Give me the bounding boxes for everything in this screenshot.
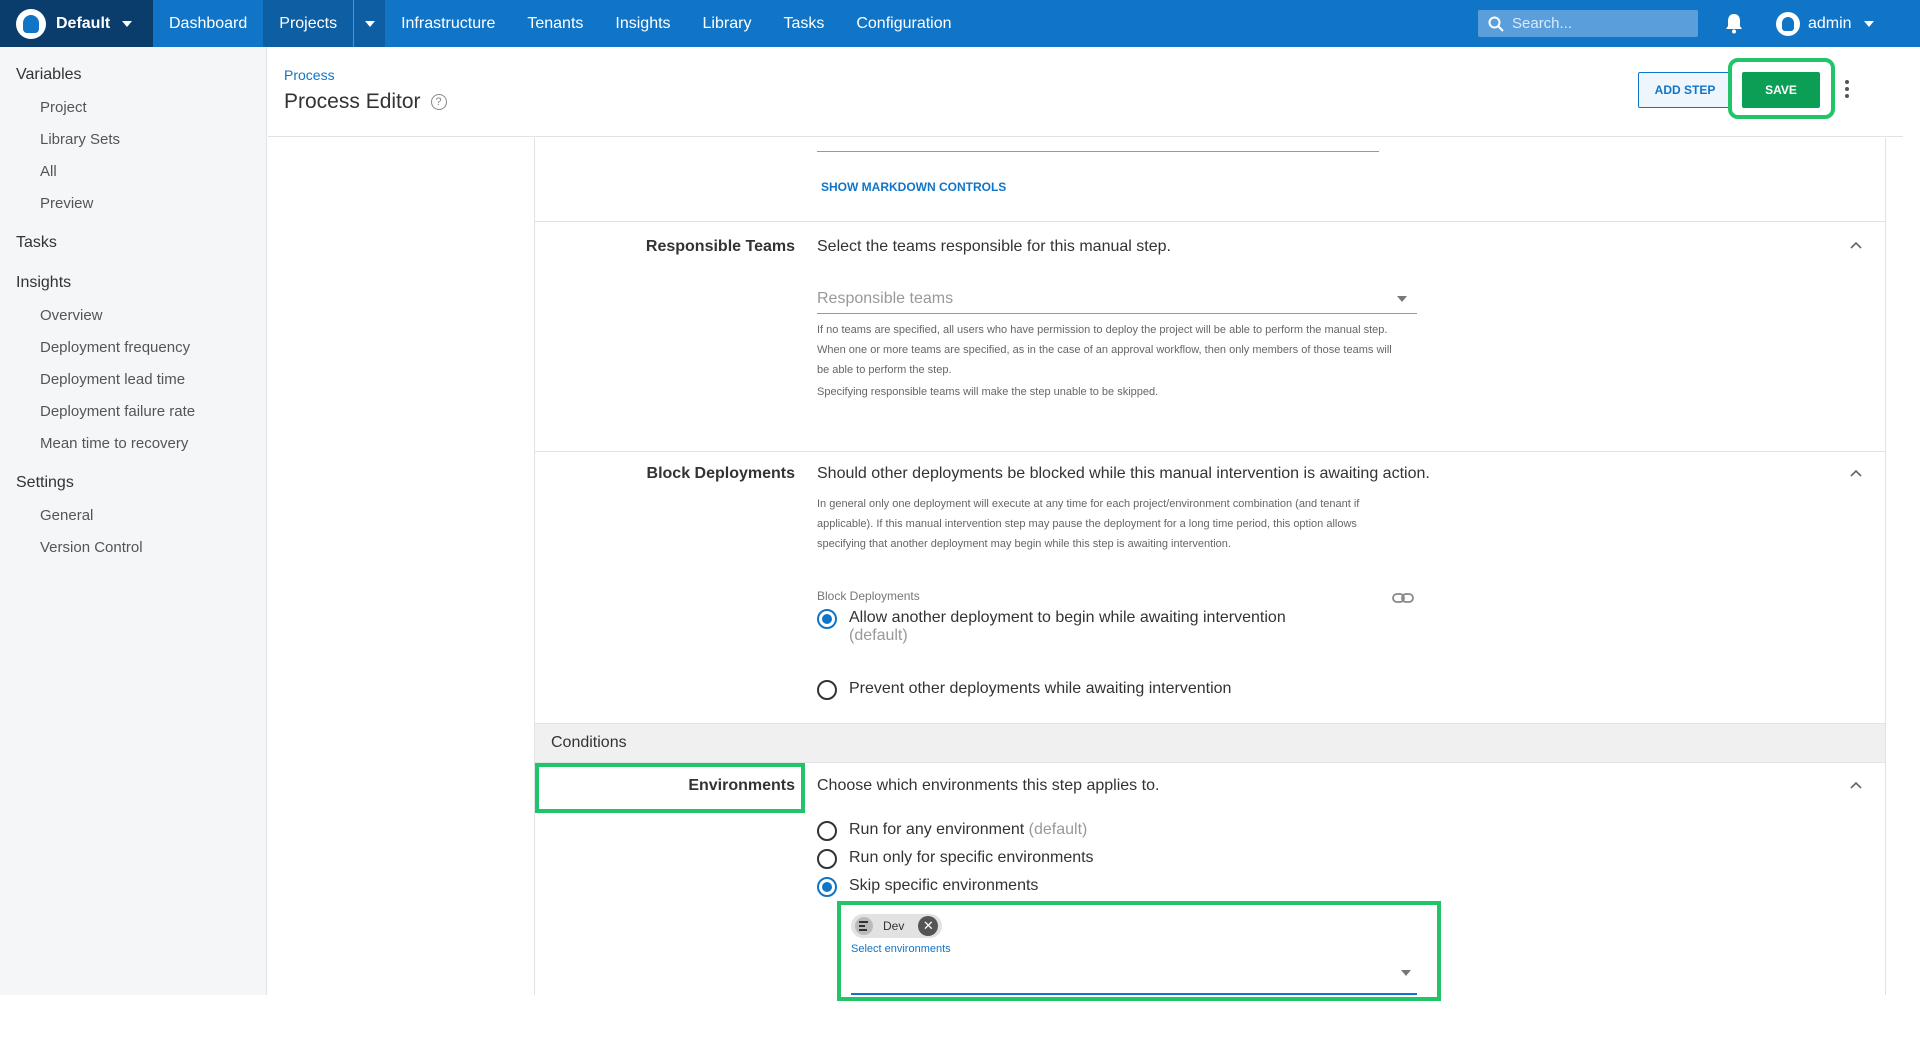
radio-any-label-wrap: Run for any environment (default) (849, 821, 1087, 839)
link-icon[interactable] (1392, 592, 1414, 604)
user-menu[interactable]: admin (1776, 0, 1874, 47)
radio-prevent-deployment[interactable]: Prevent other deployments while awaiting… (817, 680, 1231, 700)
radio-unselected-icon (817, 821, 837, 841)
environments-description: Choose which environments this step appl… (817, 777, 1160, 794)
conditions-header: Conditions (535, 723, 1885, 763)
responsible-teams-hint: If no teams are specified, all users who… (817, 324, 1392, 376)
nav-insights[interactable]: Insights (599, 0, 686, 47)
responsible-teams-select[interactable]: Responsible teams (817, 278, 1417, 314)
radio-unselected-icon (817, 849, 837, 869)
top-nav: Default Dashboard Projects Infrastructur… (0, 0, 1920, 47)
breadcrumb[interactable]: Process (284, 67, 335, 83)
radio-unselected-icon (817, 680, 837, 700)
radio-run-specific-environments[interactable]: Run only for specific environments (817, 849, 1094, 869)
step-editor: SHOW MARKDOWN CONTROLS Responsible Teams… (534, 138, 1886, 1001)
octopus-logo-icon (16, 8, 46, 39)
block-deployments-description: Should other deployments be blocked whil… (817, 465, 1430, 482)
environment-icon (855, 917, 873, 935)
radio-skip-specific-environments[interactable]: Skip specific environments (817, 877, 1038, 897)
radio-any-label: Run for any environment (849, 821, 1025, 838)
dropdown-arrow-icon[interactable] (1401, 970, 1411, 976)
save-button[interactable]: SAVE (1742, 72, 1820, 108)
sidebar-item-deployment-frequency[interactable]: Deployment frequency (0, 331, 266, 363)
chevron-up-icon[interactable] (1850, 780, 1862, 792)
chevron-down-icon (1863, 20, 1874, 27)
sidebar-group-variables[interactable]: Variables (0, 59, 266, 91)
sidebar-item-deployment-lead-time[interactable]: Deployment lead time (0, 363, 266, 395)
add-step-button[interactable]: ADD STEP (1638, 72, 1732, 108)
environments-label: Environments (688, 777, 795, 794)
radio-allow-label: Allow another deployment to begin while … (849, 609, 1286, 626)
radio-run-any-environment[interactable]: Run for any environment (default) (817, 821, 1087, 841)
radio-selected-icon (817, 877, 837, 897)
help-icon[interactable]: ? (430, 94, 447, 110)
block-deployments-field-label: Block Deployments (817, 589, 920, 603)
bell-icon[interactable] (1724, 12, 1744, 34)
block-deployments-label: Block Deployments (646, 465, 795, 482)
sidebar-item-library-sets[interactable]: Library Sets (0, 123, 266, 155)
avatar (1776, 11, 1800, 36)
radio-skip-label: Skip specific environments (849, 877, 1039, 894)
radio-selected-icon (817, 609, 837, 629)
dropdown-arrow-icon (1397, 296, 1407, 302)
chevron-up-icon[interactable] (1850, 468, 1862, 480)
select-environments-label: Select environments (851, 943, 951, 955)
projects-dropdown-button[interactable] (353, 0, 386, 47)
chevron-up-icon[interactable] (1850, 240, 1862, 252)
sidebar-item-general[interactable]: General (0, 499, 266, 531)
remove-chip-icon[interactable]: ✕ (918, 916, 939, 936)
radio-allow-deployment[interactable]: Allow another deployment to begin while … (817, 609, 1286, 645)
responsible-teams-label: Responsible Teams (645, 238, 795, 255)
sidebar-item-mean-time-to-recovery[interactable]: Mean time to recovery (0, 427, 266, 459)
nav-configuration[interactable]: Configuration (840, 0, 967, 47)
sidebar-item-project[interactable]: Project (0, 91, 266, 123)
nav-projects[interactable]: Projects (263, 0, 354, 47)
sidebar-item-all[interactable]: All (0, 155, 266, 187)
nav-tasks[interactable]: Tasks (767, 0, 840, 47)
block-deployments-section: Block Deployments Should other deploymen… (535, 451, 1885, 723)
radio-specific-label: Run only for specific environments (849, 849, 1094, 866)
search-icon (1488, 16, 1504, 32)
environment-chip-dev[interactable]: Dev ✕ (851, 914, 943, 938)
responsible-teams-placeholder: Responsible teams (817, 290, 954, 307)
sidebar-item-overview[interactable]: Overview (0, 299, 266, 331)
nav-tenants[interactable]: Tenants (511, 0, 599, 47)
space-switcher[interactable]: Default (0, 0, 153, 47)
user-name: admin (1808, 14, 1852, 32)
page-title: Process Editor (284, 90, 421, 113)
sidebar-item-deployment-failure-rate[interactable]: Deployment failure rate (0, 395, 266, 427)
chevron-down-icon (122, 20, 133, 27)
sidebar-item-preview[interactable]: Preview (0, 187, 266, 219)
responsible-teams-hint-skip: Specifying responsible teams will make t… (817, 386, 1159, 398)
nav-dashboard[interactable]: Dashboard (153, 0, 263, 47)
radio-allow-default: (default) (849, 627, 908, 644)
sidebar-group-tasks[interactable]: Tasks (0, 227, 266, 259)
sidebar: Variables Project Library Sets All Previ… (0, 47, 267, 995)
radio-any-default: (default) (1028, 821, 1088, 838)
show-markdown-controls-link[interactable]: SHOW MARKDOWN CONTROLS (821, 180, 1006, 194)
block-deployments-hint: In general only one deployment will exec… (817, 498, 1360, 550)
space-name: Default (56, 14, 111, 32)
environment-chip-label: Dev (883, 919, 905, 933)
chevron-down-icon (364, 20, 375, 27)
scrollbar[interactable] (1903, 47, 1920, 995)
radio-allow-label-wrap: Allow another deployment to begin while … (849, 609, 1286, 645)
sidebar-group-insights[interactable]: Insights (0, 267, 266, 299)
search-input[interactable]: Search... (1478, 10, 1698, 37)
page-header: Process Process Editor ? ADD STEP SAVE (268, 47, 1920, 137)
radio-prevent-label: Prevent other deployments while awaiting… (849, 680, 1232, 697)
sidebar-item-version-control[interactable]: Version Control (0, 531, 266, 563)
page-title-row: Process Editor ? (284, 90, 447, 114)
more-options-icon[interactable] (1845, 80, 1849, 98)
notes-field-underline (817, 151, 1379, 152)
nav-library[interactable]: Library (687, 0, 768, 47)
nav-infrastructure[interactable]: Infrastructure (385, 0, 511, 47)
search-placeholder: Search... (1512, 15, 1573, 32)
responsible-teams-description: Select the teams responsible for this ma… (817, 238, 1171, 255)
sidebar-group-settings[interactable]: Settings (0, 467, 266, 499)
responsible-teams-section: Responsible Teams Select the teams respo… (535, 221, 1885, 451)
